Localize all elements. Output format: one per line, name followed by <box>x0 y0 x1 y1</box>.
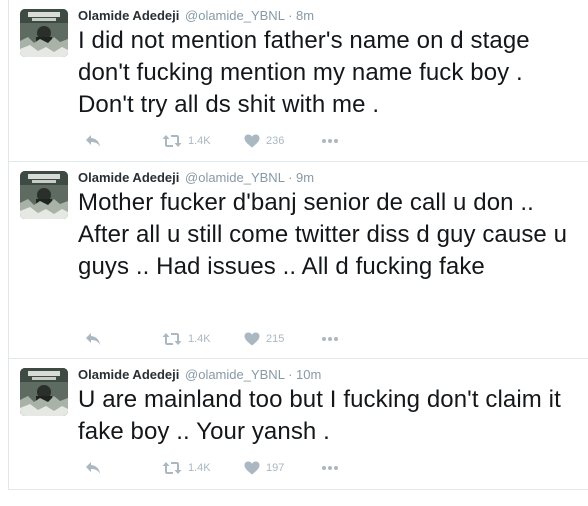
tweet-header: Olamide Adedeji @olamide_YBNL · 9m <box>78 170 314 186</box>
tweet-text: I did not mention father's name on d sta… <box>78 27 530 118</box>
more-icon <box>322 337 338 341</box>
avatar[interactable] <box>20 171 68 219</box>
retweet-button[interactable]: 1.4K <box>162 458 211 478</box>
reply-icon <box>86 135 100 147</box>
username[interactable]: @olamide_YBNL <box>185 8 284 23</box>
like-count: 215 <box>266 333 285 345</box>
reply-button[interactable] <box>85 329 101 349</box>
fullname[interactable]: Olamide Adedeji <box>78 170 179 185</box>
heart-icon <box>244 134 260 148</box>
like-button[interactable]: 236 <box>244 131 284 151</box>
tweet-text: U are mainland too but I fucking don't c… <box>78 386 561 445</box>
retweet-count: 1.4K <box>188 333 211 345</box>
separator: · <box>288 367 293 382</box>
username[interactable]: @olamide_YBNL <box>185 170 284 185</box>
tweet[interactable]: Olamide Adedeji @olamide_YBNL · 10m U ar… <box>9 359 588 489</box>
more-icon <box>322 139 338 143</box>
retweet-count: 1.4K <box>188 462 211 474</box>
retweet-button[interactable]: 1.4K <box>162 131 211 151</box>
timestamp[interactable]: 8m <box>296 8 314 23</box>
like-button[interactable]: 215 <box>244 329 284 349</box>
retweet-icon <box>162 462 182 474</box>
tweet-header: Olamide Adedeji @olamide_YBNL · 10m <box>78 367 321 383</box>
tweet-text: Mother fucker d'banj senior de call u do… <box>78 189 568 280</box>
more-button[interactable] <box>321 458 339 478</box>
retweet-button[interactable]: 1.4K <box>162 329 211 349</box>
more-icon <box>322 466 338 470</box>
timestamp[interactable]: 10m <box>296 367 321 382</box>
reply-button[interactable] <box>85 131 101 151</box>
username[interactable]: @olamide_YBNL <box>185 367 284 382</box>
like-count: 197 <box>266 462 285 474</box>
avatar[interactable] <box>20 368 68 416</box>
timestamp[interactable]: 9m <box>296 170 314 185</box>
retweet-icon <box>162 333 182 345</box>
tweet[interactable]: Olamide Adedeji @olamide_YBNL · 8m I did… <box>9 0 588 162</box>
retweet-count: 1.4K <box>188 135 211 147</box>
reply-icon <box>86 462 100 474</box>
heart-icon <box>244 332 260 346</box>
tweet[interactable]: Olamide Adedeji @olamide_YBNL · 9m Mothe… <box>9 162 588 359</box>
heart-icon <box>244 461 260 475</box>
fullname[interactable]: Olamide Adedeji <box>78 367 179 382</box>
fullname[interactable]: Olamide Adedeji <box>78 8 179 23</box>
avatar-image <box>20 9 68 57</box>
reply-button[interactable] <box>85 458 101 478</box>
separator: · <box>288 170 293 185</box>
separator: · <box>288 8 293 23</box>
tweet-timeline: Olamide Adedeji @olamide_YBNL · 8m I did… <box>8 0 588 490</box>
retweet-icon <box>162 135 182 147</box>
avatar-image <box>20 171 68 219</box>
more-button[interactable] <box>321 329 339 349</box>
avatar-image <box>20 368 68 416</box>
avatar[interactable] <box>20 9 68 57</box>
tweet-header: Olamide Adedeji @olamide_YBNL · 8m <box>78 8 314 24</box>
like-count: 236 <box>266 135 285 147</box>
like-button[interactable]: 197 <box>244 458 284 478</box>
reply-icon <box>86 333 100 345</box>
more-button[interactable] <box>321 131 339 151</box>
